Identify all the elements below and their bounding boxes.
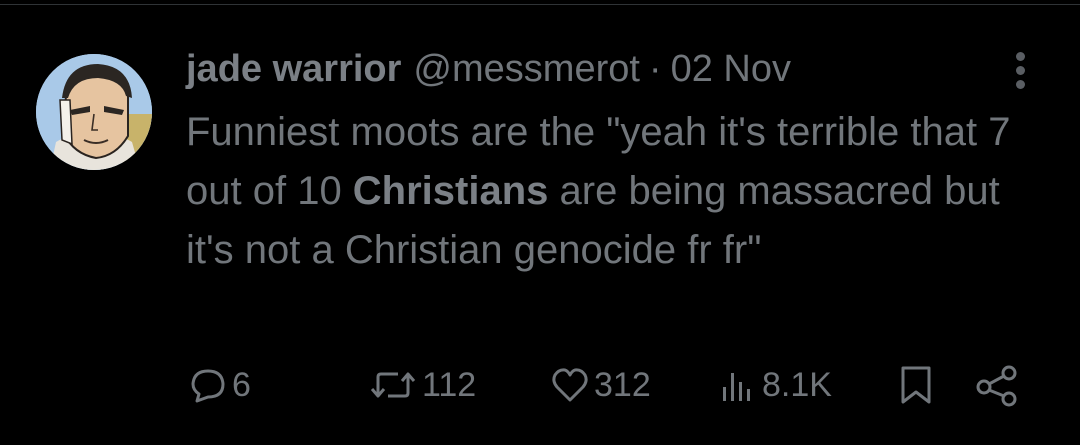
repost-count: 112 xyxy=(422,365,477,404)
reply-count: 6 xyxy=(232,365,251,404)
repost-button[interactable]: 112 xyxy=(368,360,476,410)
more-dot xyxy=(1016,52,1025,61)
share-nodes-icon xyxy=(976,365,1017,407)
reply-button[interactable]: 6 xyxy=(188,360,251,410)
repost-arrows-icon xyxy=(370,372,416,398)
bookmark-icon xyxy=(901,366,931,404)
tweet-card[interactable]: jade warrior @messmerot · 02 Nov Funnies… xyxy=(0,0,1080,445)
tweet-text: Funniest moots are the "yeah it's terrib… xyxy=(186,103,1046,280)
speech-bubble-icon xyxy=(191,369,225,403)
header-separator: · xyxy=(648,48,662,90)
like-count: 312 xyxy=(594,365,651,404)
like-button[interactable]: 312 xyxy=(550,360,651,410)
avatar[interactable] xyxy=(36,54,152,170)
views-button[interactable]: 8.1K xyxy=(718,360,832,410)
views-count: 8.1K xyxy=(762,365,832,404)
tweet-header: jade warrior @messmerot · 02 Nov xyxy=(186,44,791,94)
tweet-date[interactable]: 02 Nov xyxy=(671,44,791,94)
tweet-text-bold: Christians xyxy=(352,169,549,213)
author-name[interactable]: jade warrior xyxy=(186,44,401,94)
more-vertical-icon[interactable] xyxy=(1006,50,1036,90)
avatar-portrait-image xyxy=(36,54,152,170)
bookmark-button[interactable] xyxy=(896,360,936,410)
more-dot xyxy=(1016,66,1025,75)
author-handle[interactable]: @messmerot xyxy=(413,44,640,94)
bar-chart-icon xyxy=(723,373,750,401)
more-dot xyxy=(1016,80,1025,89)
action-bar: 6 112 312 8.1K xyxy=(0,360,1080,410)
share-button[interactable] xyxy=(972,360,1022,410)
heart-icon xyxy=(552,368,588,402)
